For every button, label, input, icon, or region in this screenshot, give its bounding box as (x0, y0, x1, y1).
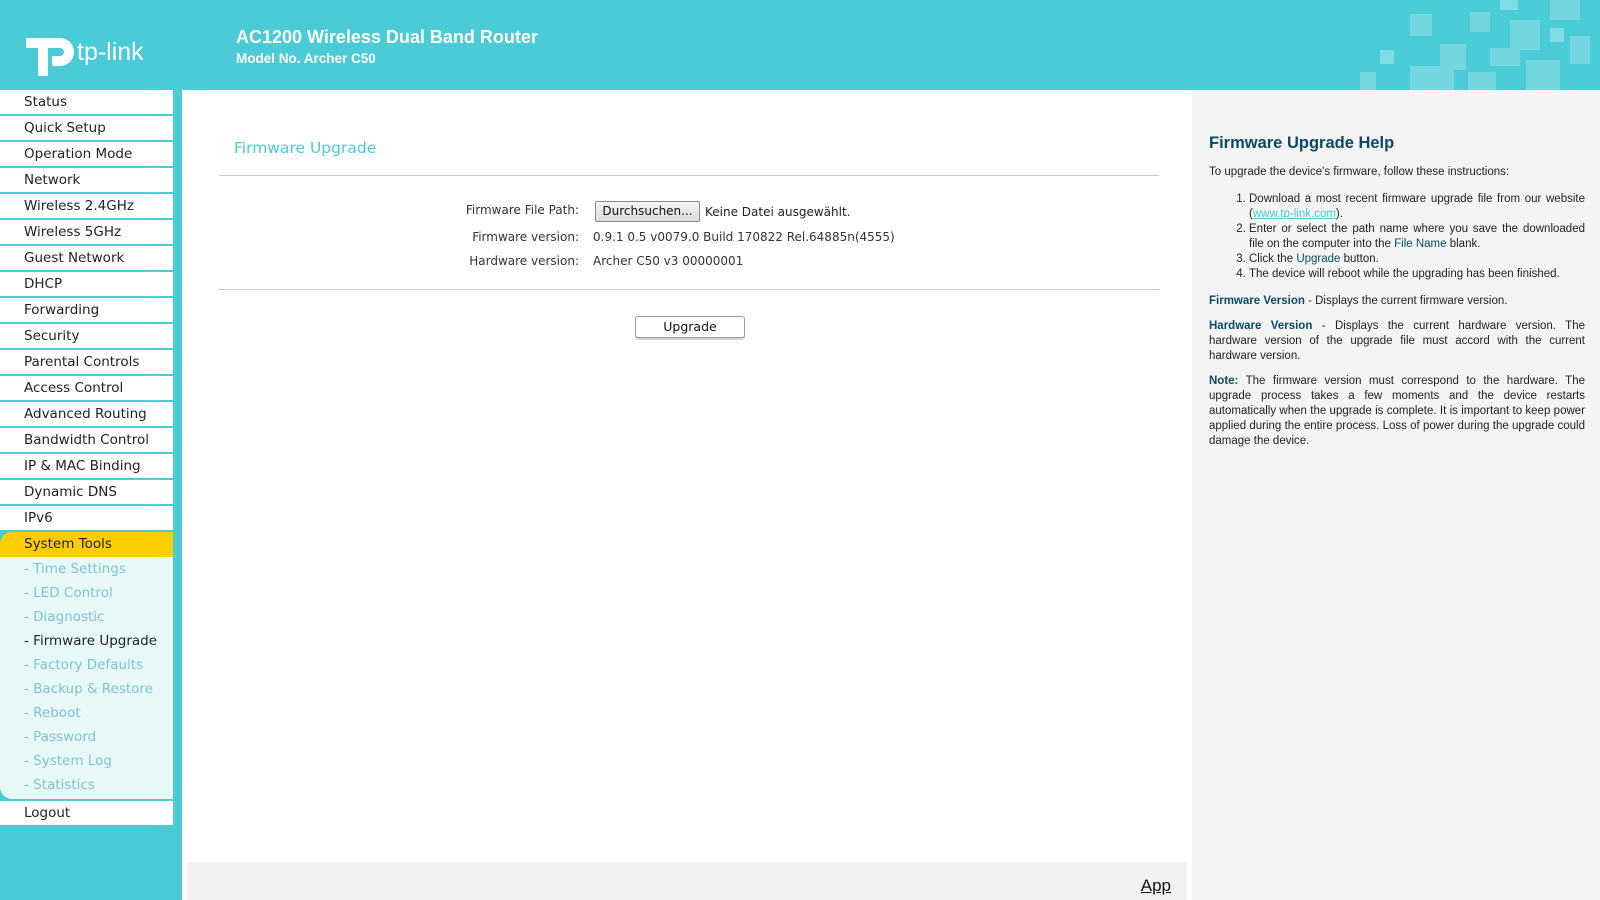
sidebar-item-logout[interactable]: Logout (0, 801, 173, 827)
sidebar-item-dhcp[interactable]: DHCP (0, 272, 173, 298)
help-step-4: The device will reboot while the upgradi… (1249, 267, 1585, 282)
submenu-item-system-log[interactable]: - System Log (0, 749, 173, 773)
help-step-3: Click the Upgrade button. (1249, 252, 1585, 267)
submenu-item-backup-restore[interactable]: - Backup & Restore (0, 677, 173, 701)
browse-file-button[interactable]: Durchsuchen... (595, 201, 700, 222)
help-hardware-version-keyword: Hardware Version (1209, 320, 1313, 332)
sidebar-item-ipv6[interactable]: IPv6 (0, 506, 173, 532)
logo-text: tp-link (77, 37, 144, 66)
help-step-3-text: Click the (1249, 253, 1294, 265)
help-note-text: The firmware version must correspond to … (1209, 375, 1585, 447)
help-firmware-version: Firmware Version - Displays the current … (1209, 294, 1585, 309)
submenu-item-reboot[interactable]: - Reboot (0, 701, 173, 725)
sidebar-item-operation-mode[interactable]: Operation Mode (0, 142, 173, 168)
product-title: AC1200 Wireless Dual Band Router (236, 27, 538, 47)
help-note-keyword: Note: (1209, 375, 1239, 387)
header-titles: AC1200 Wireless Dual Band Router Model N… (236, 27, 538, 66)
submenu-item-time-settings[interactable]: - Time Settings (0, 557, 173, 581)
submenu-item-factory-defaults[interactable]: - Factory Defaults (0, 653, 173, 677)
help-step-1: Download a most recent firmware upgrade … (1249, 192, 1585, 222)
help-hardware-version: Hardware Version - Displays the current … (1209, 319, 1585, 364)
sidebar-item-system-tools[interactable]: System Tools (0, 532, 173, 557)
sidebar-item-wireless-5ghz[interactable]: Wireless 5GHz (0, 220, 173, 246)
divider-bottom (219, 289, 1159, 290)
submenu-item-password[interactable]: - Password (0, 725, 173, 749)
help-note: Note: The firmware version must correspo… (1209, 374, 1585, 449)
hardware-version-value: Archer C50 v3 00000001 (593, 254, 744, 268)
sidebar-item-access-control[interactable]: Access Control (0, 376, 173, 402)
tp-link-logo-icon (26, 38, 74, 76)
main-content: Firmware Upgrade Firmware File Path: Dur… (182, 90, 1192, 900)
footer-bar: App (187, 862, 1187, 900)
sidebar-item-forwarding[interactable]: Forwarding (0, 298, 173, 324)
help-step-3-keyword: Upgrade (1296, 253, 1341, 265)
sidebar-item-status[interactable]: Status (0, 90, 173, 116)
sidebar-item-guest-network[interactable]: Guest Network (0, 246, 173, 272)
sidebar-item-parental-controls[interactable]: Parental Controls (0, 350, 173, 376)
app-link[interactable]: App (1141, 876, 1171, 896)
firmware-file-path-label: Firmware File Path: (465, 203, 579, 217)
tp-link-website-link[interactable]: www.tp-link.com (1253, 208, 1336, 220)
submenu-item-statistics[interactable]: - Statistics (0, 773, 173, 797)
sidebar-item-security[interactable]: Security (0, 324, 173, 350)
firmware-version-label: Firmware version: (472, 230, 579, 244)
sidebar-item-advanced-routing[interactable]: Advanced Routing (0, 402, 173, 428)
page-title: Firmware Upgrade (234, 139, 377, 157)
help-panel: Firmware Upgrade Help To upgrade the dev… (1192, 90, 1600, 900)
upgrade-button[interactable]: Upgrade (635, 316, 745, 338)
file-status-text: Keine Datei ausgewählt. (705, 205, 851, 219)
help-step-3-end: button. (1343, 253, 1379, 265)
sidebar-item-dynamic-dns[interactable]: Dynamic DNS (0, 480, 173, 506)
help-title: Firmware Upgrade Help (1209, 134, 1395, 152)
submenu-item-led-control[interactable]: - LED Control (0, 581, 173, 605)
submenu-item-diagnostic[interactable]: - Diagnostic (0, 605, 173, 629)
hardware-version-label: Hardware version: (469, 254, 579, 268)
help-steps-list: Download a most recent firmware upgrade … (1249, 192, 1585, 282)
sidebar: Status Quick Setup Operation Mode Networ… (0, 90, 182, 900)
hardware-version-row: Hardware version: Archer C50 v3 00000001 (219, 251, 1159, 273)
system-tools-submenu: - Time Settings - LED Control - Diagnost… (0, 557, 173, 799)
help-step-2: Enter or select the path name where you … (1249, 222, 1585, 252)
sidebar-item-wireless-24ghz[interactable]: Wireless 2.4GHz (0, 194, 173, 220)
sidebar-item-ip-mac-binding[interactable]: IP & MAC Binding (0, 454, 173, 480)
help-step-2-end: blank. (1449, 238, 1481, 250)
sidebar-menu: Status Quick Setup Operation Mode Networ… (0, 90, 173, 827)
divider-top (219, 175, 1159, 176)
help-firmware-version-keyword: Firmware Version (1209, 295, 1305, 307)
submenu-item-firmware-upgrade[interactable]: - Firmware Upgrade (0, 629, 173, 653)
help-step-2-keyword: File Name (1394, 238, 1447, 250)
sidebar-item-quick-setup[interactable]: Quick Setup (0, 116, 173, 142)
model-number: Model No. Archer C50 (236, 51, 376, 66)
header-decoration-pattern (1360, 0, 1590, 90)
sidebar-item-bandwidth-control[interactable]: Bandwidth Control (0, 428, 173, 454)
firmware-version-row: Firmware version: 0.9.1 0.5 v0079.0 Buil… (219, 227, 1159, 249)
help-intro: To upgrade the device's firmware, follow… (1209, 166, 1510, 178)
firmware-version-value: 0.9.1 0.5 v0079.0 Build 170822 Rel.64885… (593, 230, 895, 244)
sidebar-item-network[interactable]: Network (0, 168, 173, 194)
tp-link-logo[interactable]: tp-link (24, 26, 144, 78)
help-step-1-text: Download a most recent firmware upgrade … (1249, 193, 1585, 205)
header: tp-link AC1200 Wireless Dual Band Router… (0, 0, 1600, 90)
help-firmware-version-text: - Displays the current firmware version. (1308, 295, 1508, 307)
